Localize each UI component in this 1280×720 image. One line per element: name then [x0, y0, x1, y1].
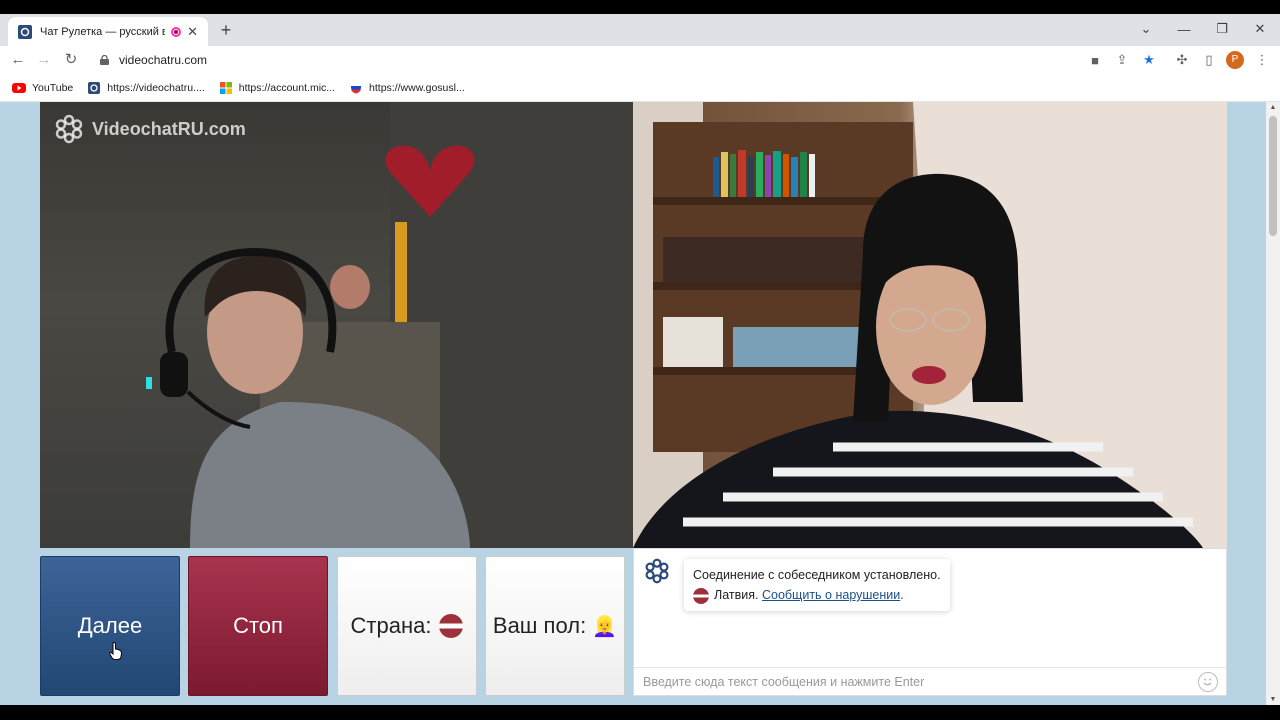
bookmark-star-icon[interactable]: ★ — [1139, 50, 1159, 70]
back-button[interactable]: ← — [8, 50, 28, 70]
close-window-button[interactable]: ✕ — [1241, 14, 1279, 44]
bookmark-youtube[interactable]: YouTube — [12, 82, 73, 94]
bookmark-videochatru[interactable]: https://videochatru.... — [87, 81, 205, 94]
local-video-scene — [146, 102, 633, 548]
browser-toolbar: ← → ↻ videochatru.com ■ ⇪ ★ ✣ ▯ P ⋮ — [0, 46, 1280, 74]
scrollbar-thumb[interactable] — [1269, 116, 1277, 236]
bookmark-microsoft[interactable]: https://account.mic... — [219, 81, 336, 94]
country-button-label: Страна: — [350, 613, 432, 638]
profile-avatar[interactable]: P — [1226, 51, 1244, 69]
browser-chrome: Чат Рулетка — русский вид ✕ + ⌄ — ❐ ✕ ← … — [0, 0, 1280, 102]
minimize-button[interactable]: — — [1165, 14, 1203, 44]
stop-button-label: Стоп — [233, 613, 283, 638]
bookmark-label: https://videochatru.... — [107, 81, 205, 94]
site-icon — [88, 81, 101, 94]
reload-button[interactable]: ↻ — [61, 50, 81, 70]
recording-indicator-icon — [171, 26, 182, 37]
top-black-bar — [0, 0, 1280, 14]
local-video: VideochatRU.com — [40, 102, 633, 548]
tab-strip: Чат Рулетка — русский вид ✕ + — [0, 14, 1280, 46]
bookmark-label: https://www.gosusl... — [369, 81, 465, 94]
tab-close-icon[interactable]: ✕ — [187, 24, 198, 40]
stop-button[interactable]: Стоп — [188, 556, 328, 696]
microsoft-icon — [219, 81, 232, 94]
site-logo: VideochatRU.com — [54, 114, 246, 144]
tab-search-icon[interactable]: ⌄ — [1127, 14, 1165, 44]
system-message-icon — [645, 558, 669, 584]
message-input[interactable]: Введите сюда текст сообщения и нажмите E… — [634, 667, 1226, 695]
report-link[interactable]: Сообщить о нарушении — [762, 588, 900, 602]
emoji-picker-icon[interactable] — [1198, 672, 1218, 692]
scroll-down-icon[interactable]: ▼ — [1269, 696, 1277, 703]
next-button[interactable]: Далее — [40, 556, 180, 696]
hand-cursor-icon — [109, 642, 123, 660]
next-button-label: Далее — [77, 613, 143, 638]
share-icon[interactable]: ⇪ — [1112, 50, 1132, 70]
bookmark-label: YouTube — [32, 81, 74, 94]
lock-icon — [100, 55, 109, 65]
active-tab[interactable]: Чат Рулетка — русский вид ✕ — [8, 17, 208, 46]
page-scrollbar[interactable]: ▲ ▼ — [1266, 102, 1280, 705]
country-line: Латвия. Сообщить о нарушении. — [693, 585, 941, 605]
gender-button[interactable]: Ваш пол: 👱‍♀️ — [485, 556, 625, 696]
country-name: Латвия. — [714, 588, 759, 602]
forward-button[interactable]: → — [34, 50, 54, 70]
message-input-placeholder: Введите сюда текст сообщения и нажмите E… — [643, 674, 925, 689]
smile-icon — [1203, 678, 1212, 686]
system-message-bubble: Соединение с собеседником установлено. Л… — [684, 559, 950, 611]
site-favicon-icon — [18, 24, 32, 39]
camera-icon[interactable]: ■ — [1085, 50, 1105, 70]
bookmark-gosuslugi[interactable]: https://www.gosusl... — [349, 82, 465, 94]
logo-icon — [55, 114, 83, 144]
report-suffix: . — [900, 588, 904, 602]
bottom-black-bar — [0, 705, 1280, 720]
new-tab-button[interactable]: + — [216, 20, 236, 40]
tab-title: Чат Рулетка — русский вид — [40, 25, 166, 38]
remote-video — [633, 102, 1227, 548]
extensions-icon[interactable]: ✣ — [1172, 50, 1192, 70]
country-button[interactable]: Страна: — [337, 556, 477, 696]
bookmarks-bar: YouTube https://videochatru.... https://… — [0, 74, 1280, 102]
remote-video-scene — [633, 102, 1227, 548]
youtube-icon — [12, 82, 26, 93]
side-panel-icon[interactable]: ▯ — [1199, 50, 1219, 70]
address-bar[interactable]: videochatru.com — [90, 48, 1168, 72]
bookmark-label: https://account.mic... — [238, 81, 336, 94]
connection-message: Соединение с собеседником установлено. — [693, 568, 941, 582]
gender-button-label: Ваш пол: — [492, 613, 587, 638]
url-text: videochatru.com — [119, 53, 208, 67]
maximize-button[interactable]: ❐ — [1203, 14, 1241, 44]
scroll-up-icon[interactable]: ▲ — [1269, 104, 1277, 111]
latvia-flag-icon — [439, 614, 464, 638]
chat-panel: Соединение с собеседником установлено. Л… — [633, 548, 1227, 696]
gosuslugi-icon — [351, 82, 362, 93]
latvia-flag-icon — [693, 587, 709, 604]
gender-emoji-icon: 👱‍♀️ — [592, 615, 618, 638]
logo-text: VideochatRU.com — [92, 118, 246, 139]
menu-icon[interactable]: ⋮ — [1252, 50, 1272, 70]
